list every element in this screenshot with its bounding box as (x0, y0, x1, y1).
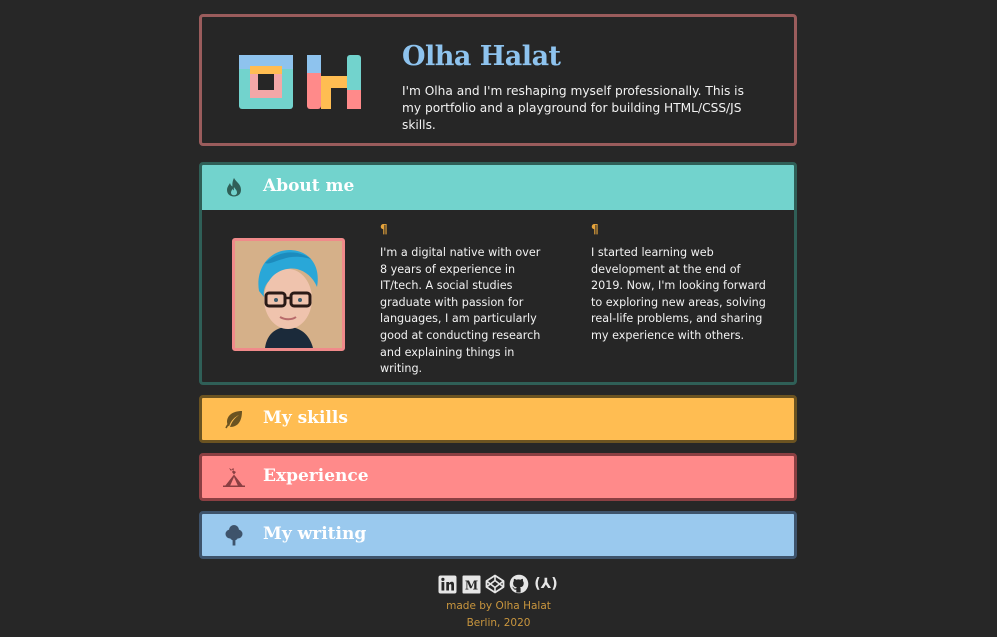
about-paragraph-1: I'm a digital native with over 8 years o… (380, 246, 541, 376)
about-title: About me (263, 176, 355, 196)
oh-logo (239, 55, 361, 109)
experience-title: Experience (263, 466, 369, 486)
profile-photo (232, 238, 345, 351)
experience-section[interactable]: Experience (199, 453, 797, 501)
header-card: Olha Halat I'm Olha and I'm reshaping my… (199, 14, 797, 146)
writing-section[interactable]: My writing (199, 511, 797, 559)
header-description: I'm Olha and I'm reshaping myself profes… (402, 84, 744, 132)
about-section: About me ¶ I'm a digital native with ove… (199, 162, 797, 385)
page-title: Olha Halat (402, 41, 561, 72)
social-links: M (⅄) (437, 574, 559, 594)
writing-header[interactable]: My writing (202, 514, 794, 556)
tent-icon (223, 466, 245, 488)
experience-header[interactable]: Experience (202, 456, 794, 498)
skills-section[interactable]: My skills (199, 395, 797, 443)
about-header[interactable]: About me (202, 165, 794, 210)
pilcrow-mark: ¶ (591, 222, 599, 236)
tree-icon (223, 524, 245, 546)
page-container: Olha Halat I'm Olha and I'm reshaping my… (199, 14, 797, 559)
github-icon[interactable] (509, 574, 529, 594)
skills-header[interactable]: My skills (202, 398, 794, 440)
freecodecamp-icon[interactable]: (⅄) (533, 574, 559, 594)
skills-title: My skills (263, 408, 348, 428)
medium-icon[interactable]: M (461, 574, 481, 594)
made-by-text: made by Olha Halat (446, 600, 551, 612)
leaf-icon (223, 408, 245, 430)
fire-icon (223, 176, 245, 198)
codepen-icon[interactable] (485, 574, 505, 594)
location-year-text: Berlin, 2020 (466, 617, 531, 629)
svg-text:M: M (464, 578, 477, 592)
about-paragraph-2: I started learning web development at th… (591, 246, 766, 342)
linkedin-icon[interactable] (437, 574, 457, 594)
about-body: ¶ I'm a digital native with over 8 years… (202, 210, 794, 382)
pilcrow-mark: ¶ (380, 222, 388, 236)
writing-title: My writing (263, 524, 367, 544)
